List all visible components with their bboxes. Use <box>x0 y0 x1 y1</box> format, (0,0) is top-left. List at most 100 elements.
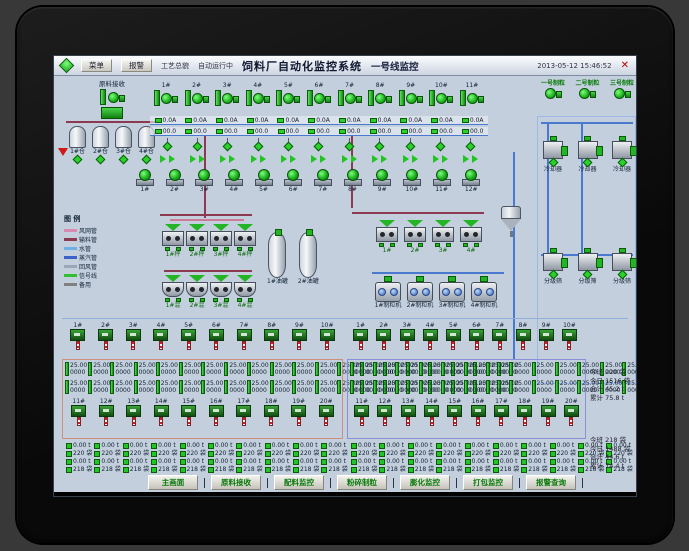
packer-unit[interactable]: 18# <box>258 398 286 426</box>
raw-bin[interactable]: 1#仓 <box>69 126 86 165</box>
top-unit[interactable]: 1# <box>152 82 180 106</box>
nav-button[interactable]: 膨化监控 <box>400 474 457 490</box>
packer-unit[interactable]: 14# <box>148 398 176 426</box>
packer-unit[interactable]: 11# <box>65 398 93 426</box>
grinder-unit[interactable]: 4# <box>219 169 249 193</box>
grinder-unit[interactable]: 11# <box>427 169 457 193</box>
top-unit[interactable]: 8# <box>366 82 394 106</box>
grinder-unit[interactable]: 10# <box>397 169 427 193</box>
feeder[interactable] <box>101 107 123 119</box>
batch-mixer[interactable]: 3#混 <box>210 275 232 309</box>
cyclone[interactable] <box>500 206 522 237</box>
inlet-valve[interactable] <box>243 138 273 152</box>
packer-unit[interactable]: 6# <box>465 322 488 350</box>
packer-unit[interactable]: 10# <box>558 322 581 350</box>
grinder-unit[interactable]: 12# <box>456 169 486 193</box>
raw-bin[interactable]: 3#仓 <box>115 126 132 165</box>
inlet-valve[interactable] <box>273 138 303 152</box>
bin-valve-icon[interactable] <box>118 154 129 165</box>
cooler-machine[interactable]: 冷却器 <box>606 136 636 173</box>
nav-button[interactable]: 报警查询 <box>526 474 583 490</box>
pellet-bin[interactable]: 2# <box>404 220 426 254</box>
packer-unit[interactable]: 8# <box>511 322 534 350</box>
pellet-bin[interactable]: 1# <box>376 220 398 254</box>
cooler-machine[interactable]: 冷却器 <box>572 136 604 173</box>
packer-unit[interactable]: 12# <box>373 398 396 426</box>
batch-scale[interactable]: 2#秤 <box>186 224 208 258</box>
top-unit[interactable]: 10# <box>427 82 455 106</box>
pellet-mill[interactable]: 2#制粒机 <box>406 276 434 309</box>
pellet-bin[interactable]: 4# <box>460 220 482 254</box>
bin-pump-icon[interactable] <box>107 91 125 104</box>
packer-unit[interactable]: 9# <box>286 322 314 350</box>
packer-unit[interactable]: 12# <box>93 398 121 426</box>
alarm-button[interactable]: 报警 <box>121 59 152 72</box>
packer-unit[interactable]: 20# <box>313 398 341 426</box>
inlet-valve[interactable] <box>365 138 395 152</box>
fan-pump-icon[interactable] <box>613 87 631 100</box>
sifter-machine[interactable]: 分级筛 <box>572 248 604 285</box>
batch-scale[interactable]: 3#秤 <box>210 224 232 258</box>
nav-button[interactable]: 主画面 <box>148 474 205 490</box>
packer-unit[interactable]: 1# <box>349 322 372 350</box>
batch-scale[interactable]: 4#秤 <box>234 224 256 258</box>
grinder-unit[interactable]: 1# <box>130 169 160 193</box>
top-unit[interactable]: 3# <box>213 82 241 106</box>
packer-unit[interactable]: 2# <box>372 322 395 350</box>
batch-mixer[interactable]: 2#混 <box>186 275 208 309</box>
packer-unit[interactable]: 6# <box>203 322 231 350</box>
pellet-mill[interactable]: 3#制粒机 <box>438 276 466 309</box>
packer-unit[interactable]: 5# <box>442 322 465 350</box>
cooler-machine[interactable]: 冷却器 <box>537 136 569 173</box>
batch-mixer[interactable]: 4#混 <box>234 275 256 309</box>
packer-unit[interactable]: 19# <box>536 398 559 426</box>
nav-button[interactable]: 配料监控 <box>274 474 331 490</box>
fan-pump-icon[interactable] <box>544 87 562 100</box>
pellet-mill[interactable]: 1#制粒机 <box>374 276 402 309</box>
sifter-machine[interactable]: 分级筛 <box>537 248 569 285</box>
inlet-valve[interactable] <box>152 138 182 152</box>
packer-unit[interactable]: 3# <box>395 322 418 350</box>
batch-mixer[interactable]: 1#混 <box>162 275 184 309</box>
packer-unit[interactable]: 20# <box>560 398 583 426</box>
sifter-machine[interactable]: 分级筛 <box>606 248 636 285</box>
packer-unit[interactable]: 7# <box>230 322 258 350</box>
packer-unit[interactable]: 18# <box>513 398 536 426</box>
packer-unit[interactable]: 14# <box>420 398 443 426</box>
packer-unit[interactable]: 7# <box>488 322 511 350</box>
packer-unit[interactable]: 16# <box>466 398 489 426</box>
top-unit[interactable]: 2# <box>183 82 211 106</box>
grinder-unit[interactable]: 3# <box>189 169 219 193</box>
inlet-valve[interactable] <box>395 138 425 152</box>
top-unit[interactable]: 11# <box>458 82 486 106</box>
packer-unit[interactable]: 13# <box>120 398 148 426</box>
nav-button[interactable]: 原料接收 <box>211 474 268 490</box>
grinder-unit[interactable]: 8# <box>338 169 368 193</box>
raw-bin[interactable]: 2#仓 <box>92 126 109 165</box>
inlet-valve[interactable] <box>334 138 364 152</box>
packer-unit[interactable]: 3# <box>119 322 147 350</box>
packer-unit[interactable]: 16# <box>203 398 231 426</box>
inlet-valve[interactable] <box>213 138 243 152</box>
grinder-unit[interactable]: 2# <box>160 169 190 193</box>
top-unit[interactable]: 6# <box>305 82 333 106</box>
inlet-valve[interactable] <box>182 138 212 152</box>
close-icon[interactable]: ✕ <box>621 60 629 71</box>
top-unit[interactable]: 7# <box>336 82 364 106</box>
batch-scale[interactable]: 1#秤 <box>162 224 184 258</box>
top-unit[interactable]: 4# <box>244 82 272 106</box>
packer-unit[interactable]: 9# <box>535 322 558 350</box>
pellet-mill[interactable]: 4#制粒机 <box>470 276 498 309</box>
packer-unit[interactable]: 1# <box>64 322 92 350</box>
grinder-unit[interactable]: 7# <box>308 169 338 193</box>
packer-unit[interactable]: 10# <box>313 322 341 350</box>
menu-button[interactable]: 菜单 <box>81 59 112 72</box>
packer-unit[interactable]: 4# <box>419 322 442 350</box>
bin-valve-icon[interactable] <box>95 154 106 165</box>
packer-unit[interactable]: 13# <box>397 398 420 426</box>
packer-unit[interactable]: 4# <box>147 322 175 350</box>
bin-valve-icon[interactable] <box>141 154 152 165</box>
packer-unit[interactable]: 8# <box>258 322 286 350</box>
grinder-unit[interactable]: 9# <box>367 169 397 193</box>
top-unit[interactable]: 5# <box>274 82 302 106</box>
